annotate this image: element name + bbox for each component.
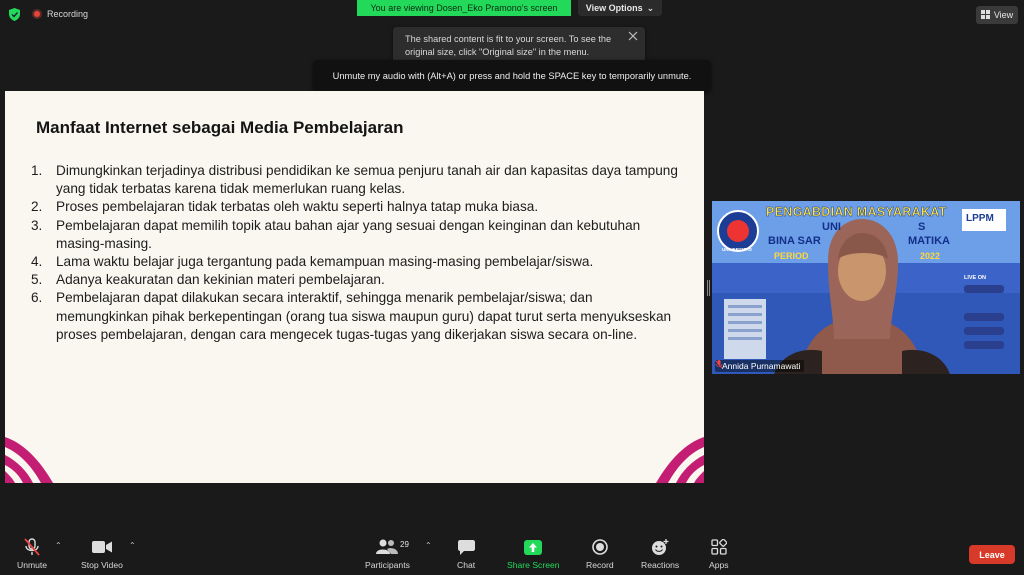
banner-title: PENGABDIAN MASYARAKAT bbox=[766, 205, 947, 219]
participants-icon bbox=[376, 538, 399, 556]
chevron-down-icon: ⌄ bbox=[646, 2, 655, 13]
banner-name-b: MATIKA bbox=[908, 235, 950, 247]
participant-video[interactable]: PENGABDIAN MASYARAKAT UNI S BINA SAR MAT… bbox=[712, 201, 1020, 374]
list-text: Lama waktu belajar juga tergantung pada … bbox=[56, 254, 594, 270]
leave-button[interactable]: Leave bbox=[969, 545, 1015, 564]
list-item: 3. Pembelajaran dapat memilih topik atau … bbox=[31, 217, 681, 253]
lppm-logo: LPPM bbox=[966, 213, 994, 224]
grid-icon bbox=[980, 9, 990, 21]
share-screen-icon bbox=[524, 538, 543, 556]
banner-name-a: BINA SAR bbox=[768, 235, 821, 247]
banner-university-a: UNI bbox=[822, 221, 841, 233]
chat-bubble-icon bbox=[457, 538, 475, 556]
list-text: Adanya keakuratan dan kekinian materi pe… bbox=[56, 272, 385, 288]
slide-decoration-left bbox=[5, 437, 53, 483]
list-number: 5. bbox=[31, 272, 43, 288]
unmute-button[interactable]: Unmute bbox=[17, 538, 47, 570]
video-frame bbox=[712, 201, 1020, 374]
participants-label: Participants bbox=[365, 560, 410, 570]
unmute-label: Unmute bbox=[17, 560, 48, 570]
live-on-label: LIVE ON bbox=[964, 275, 987, 281]
slide-title: Manfaat Internet sebagai Media Pembelaja… bbox=[36, 118, 404, 137]
share-screen-button[interactable]: Share Screen bbox=[507, 538, 560, 570]
banner-university-b: S bbox=[918, 221, 926, 233]
view-button[interactable]: View bbox=[976, 6, 1018, 24]
meeting-status: Recording bbox=[8, 7, 88, 21]
participant-name: Annida Purnamawati bbox=[722, 361, 801, 371]
banner-period-b: 2022 bbox=[920, 251, 941, 261]
shield-icon[interactable] bbox=[8, 7, 20, 21]
recording-indicator[interactable]: Recording bbox=[32, 9, 88, 19]
list-item: 1. Dimungkinkan terjadinya distribusi pen… bbox=[31, 162, 681, 198]
list-item: 4. Lama waktu belajar juga tergantung pad… bbox=[31, 253, 681, 271]
reactions-label: Reactions bbox=[641, 560, 680, 570]
list-number: 1. bbox=[31, 163, 43, 178]
viewing-banner: You are viewing Dosen_Eko Pramono's scre… bbox=[357, 0, 571, 16]
view-options-button[interactable]: View Options ⌄ bbox=[578, 0, 662, 16]
audio-options-chevron-icon[interactable]: ⌃ bbox=[55, 541, 62, 550]
chat-label: Chat bbox=[457, 560, 476, 570]
panel-splitter-handle[interactable] bbox=[707, 280, 710, 296]
record-button[interactable]: Record bbox=[586, 538, 614, 570]
view-options-label: View Options bbox=[585, 3, 643, 13]
list-text: Pembelajaran dapat dilakukan secara inte… bbox=[56, 290, 672, 342]
list-number: 6. bbox=[31, 290, 43, 306]
apps-label: Apps bbox=[709, 560, 729, 570]
stop-video-label: Stop Video bbox=[81, 560, 123, 570]
share-screen-label: Share Screen bbox=[507, 560, 560, 570]
apps-button[interactable]: Apps bbox=[709, 538, 729, 570]
slide-list: 1. Dimungkinkan terjadinya distribusi pen… bbox=[31, 162, 681, 344]
fit-tooltip-line1: The shared content is fit to your screen… bbox=[405, 34, 612, 44]
list-number: 4. bbox=[31, 254, 43, 270]
participant-name-tag: Annida Purnamawati bbox=[715, 360, 805, 372]
record-dot-icon bbox=[32, 9, 42, 19]
participants-count: 29 bbox=[400, 540, 409, 549]
list-text: Pembelajaran dapat memilih topik atau ba… bbox=[56, 217, 641, 251]
list-item: 5. Adanya keakuratan dan kekinian materi … bbox=[31, 271, 681, 289]
recording-label: Recording bbox=[47, 9, 89, 19]
record-icon bbox=[592, 538, 608, 556]
list-item: 6. Pembelajaran dapat dilakukan secara in… bbox=[31, 289, 681, 344]
list-number: 2. bbox=[31, 199, 43, 215]
list-text: Dimungkinkan terjadinya distribusi pendi… bbox=[56, 163, 678, 197]
list-item: 2. Proses pembelajaran tidak terbatas ole… bbox=[31, 198, 681, 216]
record-label: Record bbox=[586, 560, 614, 570]
unmute-tooltip: Unmute my audio with (Alt+A) or press an… bbox=[313, 60, 711, 92]
university-logo: UNIVERSITAS bbox=[722, 247, 752, 252]
shared-screen-slide: Manfaat Internet sebagai Media Pembelaja… bbox=[5, 91, 704, 483]
mic-muted-icon bbox=[23, 538, 41, 556]
video-options-chevron-icon[interactable]: ⌃ bbox=[129, 541, 136, 550]
list-text: Proses pembelajaran tidak terbatas oleh … bbox=[56, 199, 539, 215]
apps-icon bbox=[711, 538, 727, 556]
view-button-label: View bbox=[993, 10, 1014, 20]
participants-options-chevron-icon[interactable]: ⌃ bbox=[425, 541, 432, 550]
banner-period-a: PERIOD bbox=[774, 251, 809, 261]
fit-tooltip-line2: original size, click "Original size" in … bbox=[405, 46, 590, 57]
list-number: 3. bbox=[31, 217, 43, 233]
close-icon[interactable] bbox=[627, 30, 639, 42]
chat-button[interactable]: Chat bbox=[457, 538, 475, 570]
meeting-toolbar: Unmute ⌃ Stop Video ⌃ Participants 29 ⌃ … bbox=[0, 532, 1024, 575]
smiley-icon bbox=[651, 538, 669, 556]
reactions-button[interactable]: Reactions bbox=[641, 538, 679, 570]
slide-decoration-right bbox=[656, 437, 704, 483]
video-camera-icon bbox=[91, 538, 112, 556]
fit-screen-tooltip: The shared content is fit to your screen… bbox=[393, 27, 645, 63]
stop-video-button[interactable]: Stop Video bbox=[81, 538, 123, 570]
